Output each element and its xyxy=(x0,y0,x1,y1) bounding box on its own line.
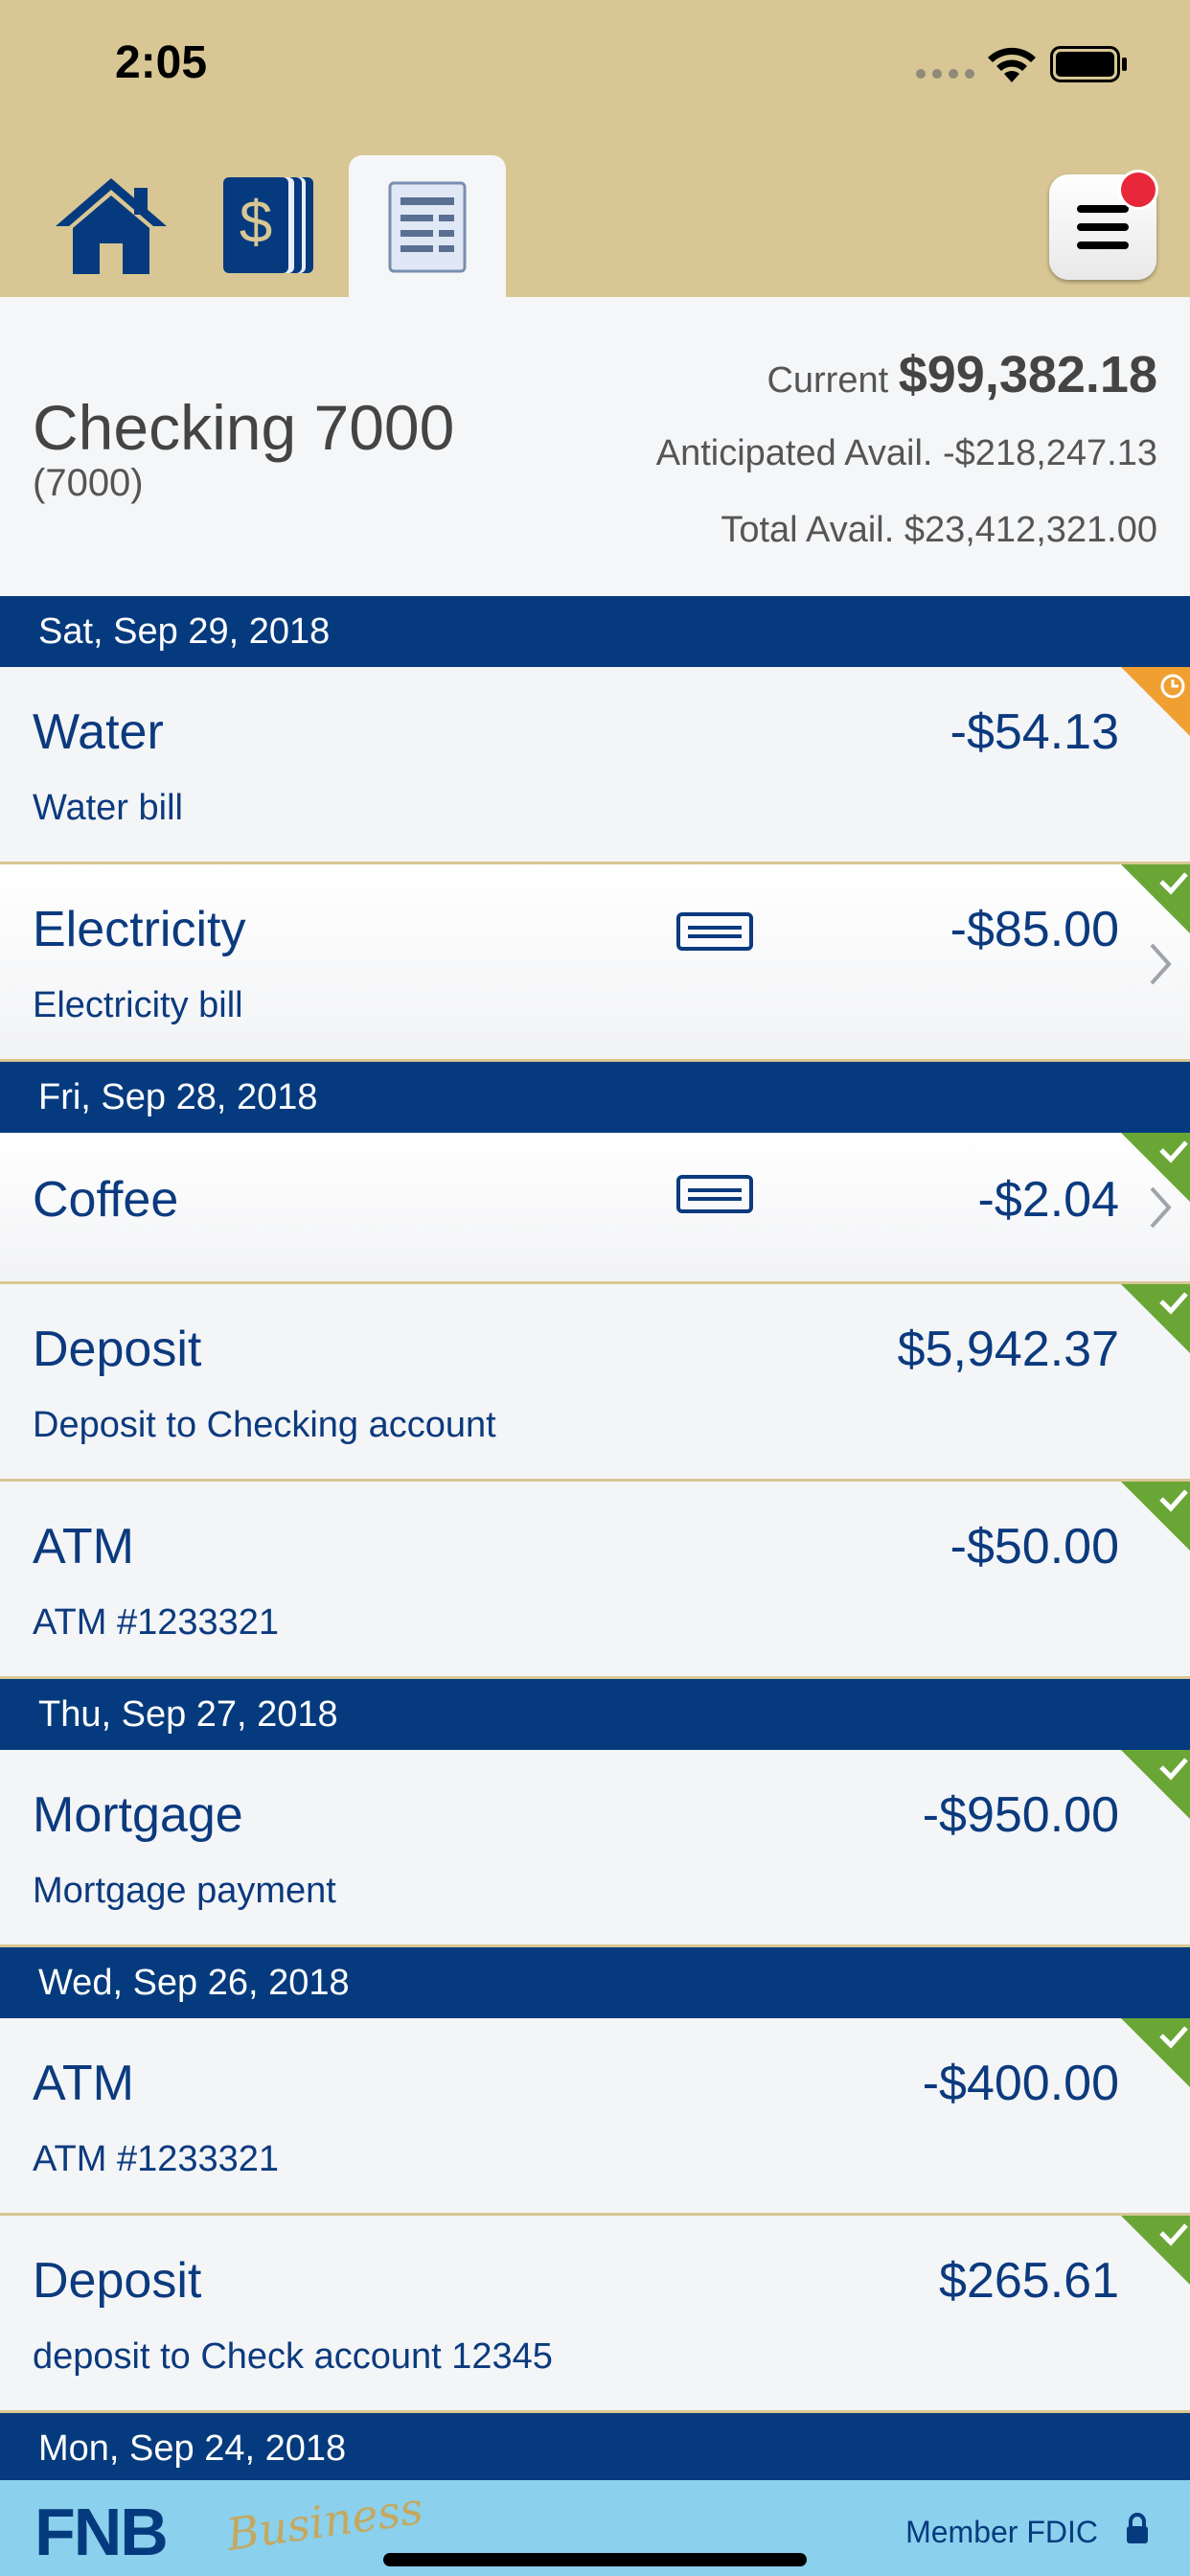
status-time: 2:05 xyxy=(115,37,208,88)
current-balance: Current $99,382.18 xyxy=(767,345,1157,404)
amount: -$54.13 xyxy=(950,704,1119,760)
home-indicator[interactable] xyxy=(383,2553,807,2566)
card-transaction-icon xyxy=(676,1175,753,1213)
cleared-check-icon xyxy=(1121,2018,1190,2087)
amount: -$2.04 xyxy=(977,1172,1119,1228)
transaction-row[interactable]: Deposit Deposit to Checking account $5,9… xyxy=(0,1284,1190,1482)
total-balance: Total Avail. $23,412,321.00 xyxy=(721,510,1157,551)
memo: Deposit to Checking account xyxy=(33,1405,496,1445)
memo: Mortgage payment xyxy=(33,1871,336,1911)
transaction-row[interactable]: ATM ATM #1233321 -$50.00 xyxy=(0,1482,1190,1679)
memo: Electricity bill xyxy=(33,985,243,1025)
amount: -$50.00 xyxy=(950,1519,1119,1575)
wifi-icon xyxy=(988,47,1036,82)
transaction-row[interactable]: Mortgage Mortgage payment -$950.00 xyxy=(0,1750,1190,1947)
current-balance-label: Current xyxy=(767,360,889,401)
transaction-list[interactable]: Sat, Sep 29, 2018 Water Water bill -$54.… xyxy=(0,596,1190,2484)
amount: -$85.00 xyxy=(950,902,1119,957)
tab-register[interactable] xyxy=(349,155,506,299)
memo: deposit to Check account 12345 xyxy=(33,2336,553,2377)
hamburger-menu-icon xyxy=(1077,205,1129,249)
memo: Water bill xyxy=(33,788,183,828)
transaction-row[interactable]: Water Water bill -$54.13 xyxy=(0,667,1190,864)
payee: Deposit xyxy=(33,2253,202,2309)
svg-text:$: $ xyxy=(240,190,272,256)
account-name: Checking 7000 xyxy=(33,392,455,463)
cleared-check-icon xyxy=(1121,1133,1190,1202)
payee: Deposit xyxy=(33,1322,202,1377)
cellular-signal-icon xyxy=(916,69,974,79)
payee: ATM xyxy=(33,1519,134,1575)
fnb-business-script: Business xyxy=(223,2481,426,2562)
tab-home[interactable] xyxy=(33,153,190,297)
payee: ATM xyxy=(33,2056,134,2111)
card-transaction-icon xyxy=(676,912,753,951)
notification-badge xyxy=(1118,170,1158,210)
date-header: Fri, Sep 28, 2018 xyxy=(0,1062,1190,1133)
date-header: Thu, Sep 27, 2018 xyxy=(0,1679,1190,1750)
transaction-row[interactable]: ATM ATM #1233321 -$400.00 xyxy=(0,2018,1190,2216)
dollar-cards-icon: $ xyxy=(223,177,313,273)
payee: Coffee xyxy=(33,1172,179,1228)
pending-clock-icon xyxy=(1121,667,1190,736)
cleared-check-icon xyxy=(1121,864,1190,933)
payee: Water xyxy=(33,704,164,760)
transaction-row[interactable]: Electricity Electricity bill -$85.00 xyxy=(0,864,1190,1062)
memo: ATM #1233321 xyxy=(33,1602,280,1643)
payee: Electricity xyxy=(33,902,246,957)
payee: Mortgage xyxy=(33,1787,243,1843)
total-balance-label: Total Avail. xyxy=(721,510,895,550)
date-header: Sat, Sep 29, 2018 xyxy=(0,596,1190,667)
amount: -$950.00 xyxy=(922,1787,1119,1843)
cleared-check-icon xyxy=(1121,1482,1190,1551)
register-list-icon xyxy=(388,181,467,273)
transaction-row[interactable]: Coffee -$2.04 xyxy=(0,1133,1190,1284)
anticipated-balance-amount: -$218,247.13 xyxy=(943,433,1157,473)
fnb-logo: FNB xyxy=(34,2495,169,2569)
anticipated-balance-label: Anticipated Avail. xyxy=(655,433,933,473)
battery-icon xyxy=(1050,46,1127,82)
amount: -$400.00 xyxy=(922,2056,1119,2111)
account-summary: Checking 7000 (7000) Current $99,382.18 … xyxy=(0,297,1190,596)
amount: $5,942.37 xyxy=(897,1322,1119,1377)
transaction-row[interactable]: Deposit deposit to Check account 12345 $… xyxy=(0,2216,1190,2413)
member-fdic-text: Member FDIC xyxy=(905,2515,1098,2549)
current-balance-amount: $99,382.18 xyxy=(898,346,1157,403)
top-nav-bar: 2:05 $ xyxy=(0,0,1190,299)
anticipated-balance: Anticipated Avail. -$218,247.13 xyxy=(656,433,1157,474)
chevron-right-icon xyxy=(1150,943,1172,985)
lock-icon xyxy=(1127,2513,1148,2543)
date-header: Mon, Sep 24, 2018 xyxy=(0,2413,1190,2484)
house-icon xyxy=(56,178,167,274)
tab-accounts[interactable]: $ xyxy=(191,153,348,297)
memo: ATM #1233321 xyxy=(33,2139,280,2179)
cleared-check-icon xyxy=(1121,1750,1190,1819)
amount: $265.61 xyxy=(939,2253,1119,2309)
total-balance-amount: $23,412,321.00 xyxy=(904,510,1157,550)
date-header: Wed, Sep 26, 2018 xyxy=(0,1947,1190,2018)
account-number: (7000) xyxy=(33,462,144,504)
cleared-check-icon xyxy=(1121,2216,1190,2285)
cleared-check-icon xyxy=(1121,1284,1190,1353)
